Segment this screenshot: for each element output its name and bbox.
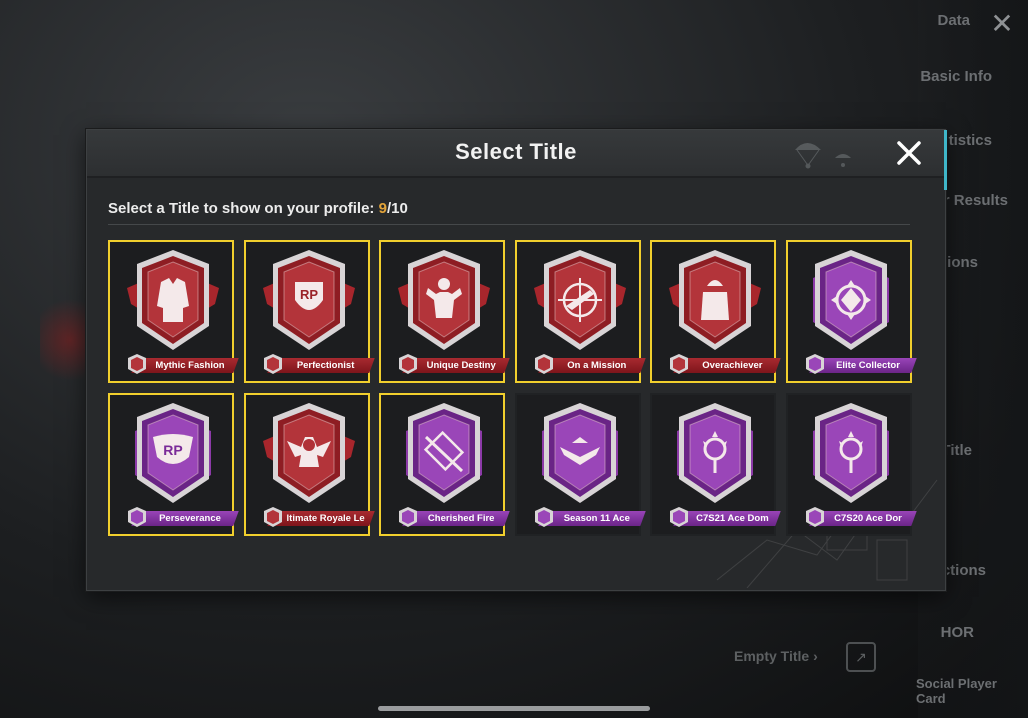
title-small-badge-icon: [263, 354, 282, 374]
winged-helmet-icon: [262, 403, 355, 503]
jacket-icon: [127, 250, 219, 350]
background-results: r Results: [943, 192, 1008, 209]
background-share-icon[interactable]: ↗: [846, 642, 876, 672]
crosshair-gun-icon: [533, 250, 626, 350]
title-small-badge-icon: [263, 507, 282, 527]
home-indicator: [378, 706, 650, 711]
title-card[interactable]: Elite Collector: [786, 240, 917, 383]
background-honor: HOR: [940, 624, 974, 641]
rp-shield-icon: RP: [262, 250, 355, 350]
title-label: Mythic Fashion: [155, 360, 225, 371]
title-small-badge-icon: [670, 354, 689, 374]
title-label: Overachiever: [702, 360, 763, 371]
title-small-badge-icon: [806, 507, 824, 527]
modal-title: Select Title: [455, 139, 577, 164]
title-card[interactable]: C7S20 Ace Dor: [786, 393, 917, 536]
rp-wings-icon: RP: [135, 403, 211, 503]
background-options: ions: [947, 254, 978, 271]
title-label: Unique Destiny: [426, 360, 496, 371]
background-title-tab: Title: [941, 442, 972, 459]
title-card[interactable]: Season 11 Ace: [514, 393, 646, 536]
close-icon[interactable]: [891, 135, 927, 171]
modal-header: Select Title: [87, 130, 945, 178]
title-card[interactable]: C7S21 Ace Dom: [650, 393, 782, 536]
selected-count: 9: [378, 200, 387, 217]
title-label: Season 11 Ace: [563, 513, 630, 524]
gem-icon: [813, 250, 889, 350]
pan-star-icon: [677, 403, 754, 503]
title-label: Perseverance: [159, 513, 221, 524]
background-statistics: tistics: [948, 132, 992, 149]
title-card[interactable]: Mythic Fashion: [108, 240, 239, 383]
title-small-badge-icon: [399, 354, 418, 374]
select-title-modal: Select Title Select a Title to show on y…: [86, 129, 947, 591]
prompt-text: Select a Title to show on your profile:: [108, 200, 379, 217]
title-label: C7S20 Ace Dor: [834, 513, 902, 524]
title-small-badge-icon: [670, 507, 689, 527]
title-label: Cherished Fire: [427, 513, 495, 524]
svg-text:RP: RP: [163, 442, 182, 458]
title-label: On a Mission: [567, 360, 627, 371]
title-small-badge-icon: [128, 354, 146, 374]
background-basic-info: Basic Info: [920, 68, 992, 85]
title-grid: Mythic Fashion RP Perfectionist Unique Dest…: [108, 240, 920, 542]
title-small-badge-icon: [806, 354, 824, 374]
flexing-figure-icon: [398, 250, 491, 350]
divider: [108, 224, 910, 225]
title-small-badge-icon: [399, 507, 418, 527]
title-label: Perfectionist: [296, 360, 355, 371]
title-card[interactable]: RP Perseverance: [108, 393, 239, 536]
title-small-badge-icon: [534, 507, 553, 527]
title-small-badge-icon: [534, 354, 553, 374]
chevron-wings-icon: [541, 403, 618, 503]
background-empty-title[interactable]: Empty Title ›: [734, 648, 818, 664]
title-card[interactable]: On a Mission: [514, 240, 646, 383]
background-social-card: Social Player Card: [916, 676, 997, 706]
title-count-prompt: Select a Title to show on your profile: …: [108, 200, 408, 217]
title-card[interactable]: Unique Destiny: [379, 240, 510, 383]
title-card[interactable]: Cherished Fire: [379, 393, 510, 536]
title-label: C7S21 Ace Dom: [696, 513, 769, 524]
title-small-badge-icon: [128, 507, 146, 527]
pan-star-icon: [813, 403, 889, 503]
title-label: Elite Collector: [836, 360, 900, 371]
title-card[interactable]: ltimate Royale Le: [243, 393, 375, 536]
max-count: /10: [386, 200, 408, 217]
background-data-label: Data: [937, 12, 970, 29]
helmet-figure-icon: [669, 250, 762, 350]
background-close-icon[interactable]: ✕: [988, 10, 1016, 38]
svg-text:RP: RP: [300, 287, 318, 302]
sniper-rifle-icon: [406, 403, 483, 503]
title-card[interactable]: RP Perfectionist: [243, 240, 375, 383]
title-card[interactable]: Overachiever: [650, 240, 782, 383]
title-label: ltimate Royale Le: [286, 513, 365, 524]
